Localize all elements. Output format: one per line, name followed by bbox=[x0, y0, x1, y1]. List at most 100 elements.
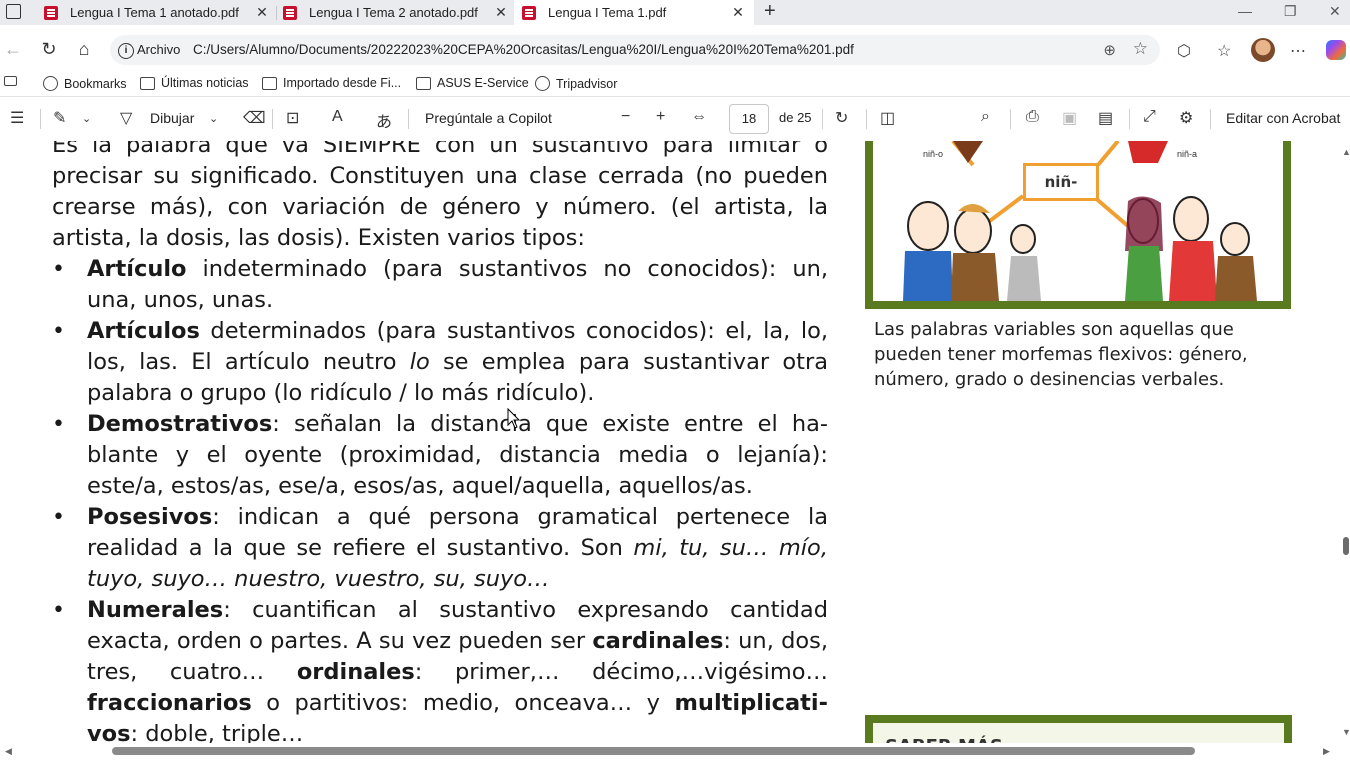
mouse-cursor-icon bbox=[507, 408, 521, 429]
bookmark-item[interactable]: Importado desde Fi... bbox=[262, 76, 401, 90]
tab-2-label: Lengua I Tema 2 anotado.pdf bbox=[309, 5, 478, 20]
pdf-icon bbox=[44, 5, 58, 20]
favorite-star-icon[interactable]: ☆ bbox=[1133, 39, 1148, 59]
search-icon[interactable]: ⌕ bbox=[981, 108, 990, 126]
determinant-types-list: Artículo indeterminado (para sustantivos… bbox=[52, 254, 828, 743]
scroll-down-icon[interactable]: ▼ bbox=[1342, 727, 1350, 737]
toolbar-divider bbox=[40, 109, 41, 129]
refresh-icon[interactable]: ↻ bbox=[38, 39, 60, 60]
settings-gear-icon[interactable]: ⚙ bbox=[1179, 108, 1193, 128]
bookmark-item[interactable]: Últimas noticias bbox=[140, 76, 249, 90]
list-item: Numerales: cuantifican al sustantivo exp… bbox=[52, 595, 828, 743]
toolbar-divider bbox=[1010, 109, 1011, 129]
tag-nina: niñ-a bbox=[1177, 149, 1198, 159]
folder-icon bbox=[262, 76, 277, 90]
bookmark-item[interactable]: Tripadvisor bbox=[535, 76, 617, 91]
read-aloud-icon[interactable]: A bbox=[332, 108, 343, 126]
address-bar-row: ← ↻ ⌂ i Archivo C:/Users/Alumno/Document… bbox=[0, 25, 1350, 74]
tab-divider bbox=[276, 6, 277, 20]
saber-mas-box: SABER MÁS bbox=[865, 715, 1292, 743]
bookmarks-toggle-icon[interactable] bbox=[4, 76, 23, 86]
file-scheme-label: Archivo bbox=[137, 42, 181, 57]
address-bar[interactable]: i Archivo C:/Users/Alumno/Documents/2022… bbox=[110, 35, 1160, 65]
tab-actions-icon[interactable] bbox=[6, 4, 21, 19]
tab-3[interactable]: Lengua I Tema 1.pdf ✕ bbox=[514, 0, 754, 25]
scroll-right-icon[interactable]: ▶ bbox=[1323, 746, 1330, 757]
chevron-down-icon[interactable]: ⌄ bbox=[209, 112, 218, 125]
toolbar-divider bbox=[1129, 109, 1130, 129]
zoom-icon[interactable]: ⊕ bbox=[1103, 41, 1116, 59]
tab-1[interactable]: Lengua I Tema 1 anotado.pdf ✕ bbox=[44, 0, 270, 25]
close-window-icon[interactable]: ✕ bbox=[1329, 3, 1341, 20]
home-icon[interactable]: ⌂ bbox=[73, 39, 95, 60]
more-menu-icon[interactable]: ⋯ bbox=[1290, 41, 1306, 61]
zoom-in-icon[interactable]: + bbox=[656, 108, 665, 126]
chevron-down-icon[interactable]: ⌄ bbox=[82, 112, 91, 125]
contents-list-icon[interactable]: ☰ bbox=[10, 108, 24, 128]
tab-strip: Lengua I Tema 1 anotado.pdf ✕ Lengua I T… bbox=[0, 0, 1350, 25]
close-tab-icon[interactable]: ✕ bbox=[730, 4, 746, 20]
url-text[interactable]: C:/Users/Alumno/Documents/20222023%20CEP… bbox=[193, 42, 854, 57]
folder-icon bbox=[140, 76, 155, 90]
text-column: Es la palabra que va SIEMPRE con un sust… bbox=[52, 141, 828, 743]
bookmark-item[interactable]: ASUS E-Service bbox=[416, 76, 529, 90]
list-item: Artículo indeterminado (para sustantivos… bbox=[52, 254, 828, 316]
text-box-icon[interactable]: ⊡ bbox=[286, 108, 299, 128]
back-icon[interactable]: ← bbox=[2, 39, 24, 60]
toolbar-divider bbox=[822, 109, 823, 129]
translate-icon[interactable]: あ bbox=[376, 108, 392, 132]
list-item: Posesivos: indican a qué persona gramati… bbox=[52, 502, 828, 595]
rotate-icon[interactable]: ↻ bbox=[835, 108, 848, 128]
page-total: de 25 bbox=[779, 110, 812, 125]
fit-width-icon[interactable]: ⇔ bbox=[691, 108, 707, 126]
draw-button[interactable]: Dibujar bbox=[150, 110, 194, 126]
list-item: Artículos determinados (para sustantivos… bbox=[52, 316, 828, 409]
scroll-left-icon[interactable]: ◀ bbox=[5, 746, 12, 757]
list-item: Demostrativos: señalan la distancia que … bbox=[52, 409, 828, 502]
profile-avatar[interactable] bbox=[1251, 38, 1275, 62]
vertical-scroll-thumb[interactable] bbox=[1343, 537, 1349, 555]
save-as-icon[interactable]: ▤ bbox=[1098, 108, 1113, 128]
pdf-icon bbox=[522, 5, 536, 20]
children-illustration: niñ- niñ-o niñ-a bbox=[865, 141, 1291, 309]
bookmark-item[interactable]: Bookmarks bbox=[43, 76, 127, 91]
edit-with-acrobat-button[interactable]: Editar con Acrobat bbox=[1226, 110, 1340, 126]
horizontal-scrollbar[interactable]: ◀ ▶ bbox=[0, 743, 1350, 760]
draw-icon[interactable]: ▽ bbox=[120, 108, 132, 128]
vertical-scrollbar[interactable]: ▲ ▼ bbox=[1340, 141, 1350, 743]
tab-1-label: Lengua I Tema 1 anotado.pdf bbox=[70, 5, 239, 20]
root-label-box: niñ- bbox=[1023, 163, 1099, 201]
folder-icon bbox=[416, 76, 431, 90]
horizontal-scroll-thumb[interactable] bbox=[112, 747, 1195, 755]
toolbar-divider bbox=[866, 109, 867, 129]
fullscreen-icon[interactable]: ⤢ bbox=[1143, 108, 1156, 126]
restore-icon[interactable]: ❐ bbox=[1284, 3, 1297, 20]
pdf-icon bbox=[283, 5, 297, 20]
close-tab-icon[interactable]: ✕ bbox=[254, 4, 270, 20]
highlight-icon[interactable]: ✎ bbox=[53, 108, 66, 128]
copilot-icon[interactable] bbox=[1326, 40, 1346, 60]
globe-icon bbox=[43, 76, 58, 91]
minimize-icon[interactable]: — bbox=[1238, 3, 1252, 19]
save-icon[interactable]: ▣ bbox=[1062, 108, 1077, 128]
info-icon[interactable]: i bbox=[118, 43, 134, 59]
zoom-out-icon[interactable]: − bbox=[621, 108, 630, 126]
pdf-document-view: Es la palabra que va SIEMPRE con un sust… bbox=[0, 141, 1340, 743]
tag-nino: niñ-o bbox=[923, 149, 944, 159]
scroll-up-icon[interactable]: ▲ bbox=[1342, 147, 1350, 157]
page-number-input[interactable]: 18 bbox=[729, 104, 769, 134]
ask-copilot-button[interactable]: Pregúntale a Copilot bbox=[425, 110, 552, 126]
print-icon[interactable]: ⎙ bbox=[1026, 108, 1039, 126]
bookmarks-bar: Bookmarks Últimas noticias Importado des… bbox=[0, 74, 1350, 97]
eraser-icon[interactable]: ⌫ bbox=[243, 108, 266, 128]
close-tab-icon[interactable]: ✕ bbox=[493, 4, 509, 20]
pdf-toolbar: ☰ ✎ ⌄ ▽ Dibujar ⌄ ⌫ ⊡ A あ Pregúntale a C… bbox=[0, 97, 1350, 142]
new-tab-icon[interactable]: + bbox=[764, 0, 776, 23]
extensions-icon[interactable]: ⬡ bbox=[1177, 41, 1191, 61]
tab-3-label: Lengua I Tema 1.pdf bbox=[548, 5, 667, 20]
globe-icon bbox=[535, 76, 550, 91]
page-view-icon[interactable]: ◫ bbox=[880, 108, 895, 128]
favorites-icon[interactable]: ☆ bbox=[1217, 41, 1231, 61]
tab-2[interactable]: Lengua I Tema 2 anotado.pdf ✕ bbox=[283, 0, 509, 25]
intro-paragraph: Es la palabra que va SIEMPRE con un sust… bbox=[52, 141, 828, 251]
